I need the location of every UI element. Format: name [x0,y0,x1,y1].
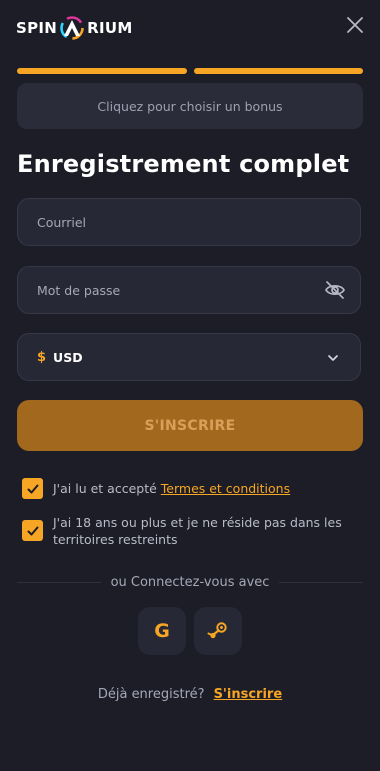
email-placeholder: Courriel [37,214,86,230]
currency-value: USD [53,349,83,365]
email-field[interactable]: Courriel [17,198,361,246]
steam-login-button[interactable] [194,607,242,655]
divider-line-right [279,581,363,583]
password-field[interactable]: Mot de passe [17,266,361,314]
progress-step-1 [17,68,187,74]
step-progress [17,68,363,75]
currency-symbol: $ [37,349,47,365]
age-label: J'ai 18 ans ou plus et je ne réside pas … [53,515,342,547]
choose-bonus-label: Cliquez pour choisir un bonus [97,98,283,114]
header: SPIN RIUM [0,0,380,56]
terms-label: J'ai lu et accepté Termes et conditions [53,480,290,497]
age-checkbox[interactable] [22,520,43,541]
google-icon: G [154,620,170,642]
choose-bonus-button[interactable]: Cliquez pour choisir un bonus [17,83,363,129]
logo-mark-icon [60,16,84,40]
terms-link[interactable]: Termes et conditions [161,481,290,496]
social-divider: ou Connectez-vous avec [17,572,363,592]
terms-text: J'ai lu et accepté [53,481,161,496]
steam-icon [207,622,227,639]
footer-question: Déjà enregistré? [97,687,205,702]
footer-signin: Déjà enregistré? S'inscrire [0,687,380,702]
password-placeholder: Mot de passe [37,282,121,298]
chevron-down-icon [328,355,338,361]
age-check-row: J'ai 18 ans ou plus et je ne réside pas … [22,514,353,548]
page-title: Enregistrement complet [17,150,350,178]
currency-select[interactable]: $ USD [17,333,361,381]
close-icon[interactable] [345,15,365,35]
terms-check-row: J'ai lu et accepté Termes et conditions [22,478,290,499]
eye-off-icon[interactable] [324,280,346,300]
progress-step-2 [193,68,363,74]
terms-checkbox[interactable] [22,478,43,499]
register-submit-label: S'INSCRIRE [144,417,236,434]
footer-signin-link[interactable]: S'inscrire [214,687,283,702]
checkmark-icon [27,484,38,493]
logo-text-right: RIUM [87,19,133,37]
logo-text-left: SPIN [16,19,58,37]
checkmark-icon [27,526,38,535]
google-login-button[interactable]: G [138,607,186,655]
social-divider-text: ou Connectez-vous avec [110,574,270,590]
logo[interactable]: SPIN RIUM [16,15,133,41]
register-submit-button[interactable]: S'INSCRIRE [17,400,363,451]
divider-line-left [17,581,101,583]
